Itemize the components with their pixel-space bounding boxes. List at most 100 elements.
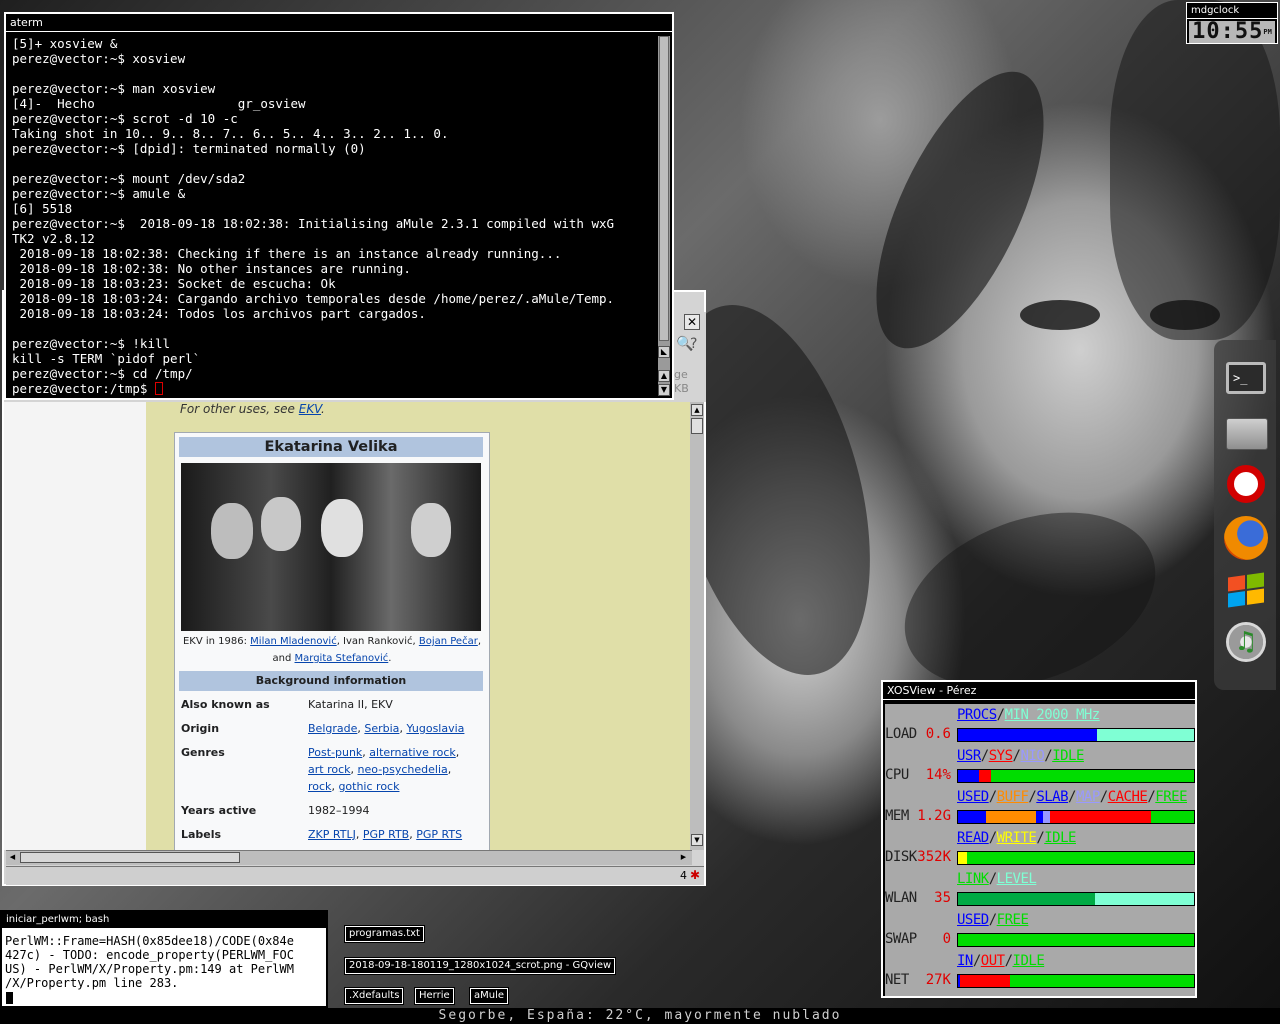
- folder-icon[interactable]: [1224, 410, 1268, 454]
- meter-legend: IN/OUT/IDLE: [957, 953, 1045, 969]
- meter-bar: [957, 974, 1195, 988]
- legend-part: /: [1044, 748, 1053, 764]
- browser-horizontal-scrollbar[interactable]: ◀ ▶: [6, 850, 692, 865]
- legend-part: READ: [957, 830, 989, 846]
- genre-link[interactable]: alternative rock: [369, 746, 456, 759]
- scroll-thumb[interactable]: [659, 36, 669, 341]
- meter-value: 0.6: [925, 726, 951, 742]
- meter-disk: DISK 352K READ/WRITE/IDLE: [885, 829, 1195, 870]
- meter-load: LOAD 0.6 PROCS/MIN 2000 MHz: [885, 706, 1195, 747]
- close-icon[interactable]: ✕: [684, 314, 700, 330]
- xosview-titlebar[interactable]: XOSView - Pérez: [883, 682, 1195, 700]
- icon-gqview[interactable]: 2018-09-18-180119_1280x1024_scrot.png - …: [343, 957, 617, 975]
- genre-link[interactable]: art rock: [308, 763, 351, 776]
- terminal-line: [5]+ xosview &: [12, 36, 118, 51]
- status-count: 4: [680, 869, 687, 882]
- aterm-scrollbar[interactable]: ◣ ▲ ▼: [658, 36, 670, 396]
- scroll-thumb[interactable]: [691, 418, 703, 434]
- browser-vertical-scrollbar[interactable]: ▲ ▼: [690, 402, 704, 850]
- bug-icon[interactable]: ✱: [690, 868, 700, 882]
- legend-part: USED: [957, 912, 989, 928]
- meter-legend: PROCS/MIN 2000 MHz: [957, 707, 1100, 723]
- legend-part: SLAB: [1036, 789, 1069, 805]
- terminal-line: perez@vector:~$ 2018-09-18 18:02:38: Ini…: [12, 216, 615, 231]
- legend-part: PROCS: [957, 707, 997, 723]
- caption-link[interactable]: Bojan Pečar: [419, 636, 478, 647]
- meter-segment: [958, 770, 980, 782]
- legend-part: /: [980, 748, 989, 764]
- icon-herrie[interactable]: Herrie: [414, 987, 455, 1005]
- legend-part: IDLE: [1044, 830, 1076, 846]
- genre-link[interactable]: gothic rock: [338, 780, 399, 793]
- scroll-down-arrow-icon[interactable]: ▼: [658, 384, 670, 396]
- meter-segment: [958, 811, 987, 823]
- terminal-line: kill -s TERM `pidof perl`: [12, 351, 201, 366]
- bash-output[interactable]: PerlWM::Frame=HASH(0x85dee18)/CODE(0x84e…: [5, 934, 327, 990]
- origin-link[interactable]: Yugoslavia: [406, 722, 464, 735]
- infobox-section-header: Background information: [179, 671, 483, 691]
- terminal-line: TK2 v2.8.12: [12, 231, 95, 246]
- bash-window[interactable]: iniciar_perlwm; bash PerlWM::Frame=HASH(…: [0, 910, 328, 1008]
- caption-link[interactable]: Milan Mladenović: [250, 636, 337, 647]
- terminal-line: PerlWM::Frame=HASH(0x85dee18)/CODE(0x84e: [5, 934, 294, 948]
- legend-part: FREE: [996, 912, 1029, 928]
- aterm-output[interactable]: [5]+ xosview & perez@vector:~$ xosview per…: [12, 36, 652, 398]
- meter-name: NET: [885, 972, 909, 988]
- meter-segment: [1151, 811, 1194, 823]
- legend-part: NIO: [1020, 748, 1045, 764]
- terminal-line: [6] 5518: [12, 201, 73, 216]
- hatnote-link[interactable]: EKV: [299, 402, 321, 416]
- icon-amule[interactable]: aMule: [468, 987, 510, 1005]
- label-link[interactable]: ZKP RTLJ: [308, 828, 356, 841]
- legend-part: USED: [957, 789, 989, 805]
- help-icon[interactable]: ?: [690, 336, 697, 352]
- legend-part: LINK: [957, 871, 989, 887]
- scroll-left-arrow-icon[interactable]: ◀: [7, 852, 18, 863]
- meter-segment: [958, 893, 1095, 905]
- scroll-thumb[interactable]: [20, 852, 240, 863]
- windows-icon[interactable]: [1224, 568, 1268, 612]
- infobox-title: Ekatarina Velika: [179, 437, 483, 457]
- icon-programas[interactable]: programas.txt: [344, 925, 425, 943]
- scroll-up-arrow-icon[interactable]: ▲: [658, 370, 670, 382]
- wiki-page: For other uses, see EKV. Ekatarina Velik…: [146, 402, 690, 850]
- legend-part: WRITE: [996, 830, 1037, 846]
- aterm-window[interactable]: aterm [5]+ xosview & perez@vector:~$ xosv…: [4, 12, 674, 400]
- legend-part: /: [988, 830, 997, 846]
- mdgclock-titlebar[interactable]: mdgclock: [1187, 3, 1277, 19]
- photo-caption: EKV in 1986: Milan Mladenović, Ivan Rank…: [182, 636, 482, 664]
- meter-value: 352K: [917, 849, 951, 865]
- browser-partial-toolbar: ✕ 🔍 ? ge KB: [672, 312, 706, 402]
- terminal-icon[interactable]: >_: [1224, 356, 1268, 400]
- meter-segment: [958, 852, 968, 864]
- origin-link[interactable]: Belgrade: [308, 722, 357, 735]
- legend-part: /: [1068, 789, 1076, 805]
- meter-segment: [1097, 729, 1194, 741]
- firefox-icon[interactable]: [1224, 516, 1268, 560]
- terminal-line: perez@vector:~$ amule &: [12, 186, 186, 201]
- genre-link[interactable]: rock: [308, 780, 331, 793]
- legend-part: /: [988, 789, 997, 805]
- scroll-up-arrow-icon[interactable]: ▲: [691, 404, 703, 416]
- scroll-right-arrow-icon[interactable]: ▶: [678, 852, 689, 863]
- label-link[interactable]: PGP RTB: [363, 828, 409, 841]
- caption-link[interactable]: Margita Stefanović: [295, 653, 389, 664]
- browser-statusbar: 4 ✱: [6, 866, 704, 885]
- aterm-titlebar[interactable]: aterm: [6, 14, 672, 32]
- label-link[interactable]: PGP RTS: [416, 828, 462, 841]
- genre-link[interactable]: neo-psychedelia: [358, 763, 448, 776]
- scroll-down-arrow-icon[interactable]: ▼: [691, 834, 703, 846]
- launcher-dock: >_ ♫: [1214, 340, 1276, 690]
- icon-xdefaults[interactable]: .Xdefaults: [343, 987, 405, 1005]
- genre-link[interactable]: Post-punk: [308, 746, 362, 759]
- legend-part: /: [988, 912, 997, 928]
- bash-titlebar[interactable]: iniciar_perlwm; bash: [2, 912, 326, 928]
- meter-mem: MEM 1.2G USED/BUFF/SLAB/MAP/CACHE/FREE: [885, 788, 1195, 829]
- terminal-line: 2018-09-18 18:03:24: Todos los archivos …: [12, 306, 426, 321]
- origin-link[interactable]: Serbia: [364, 722, 399, 735]
- resize-handle-icon[interactable]: ◣: [658, 346, 670, 358]
- music-icon[interactable]: ♫: [1224, 620, 1268, 664]
- opera-icon[interactable]: [1224, 462, 1268, 506]
- legend-part: CACHE: [1107, 789, 1148, 805]
